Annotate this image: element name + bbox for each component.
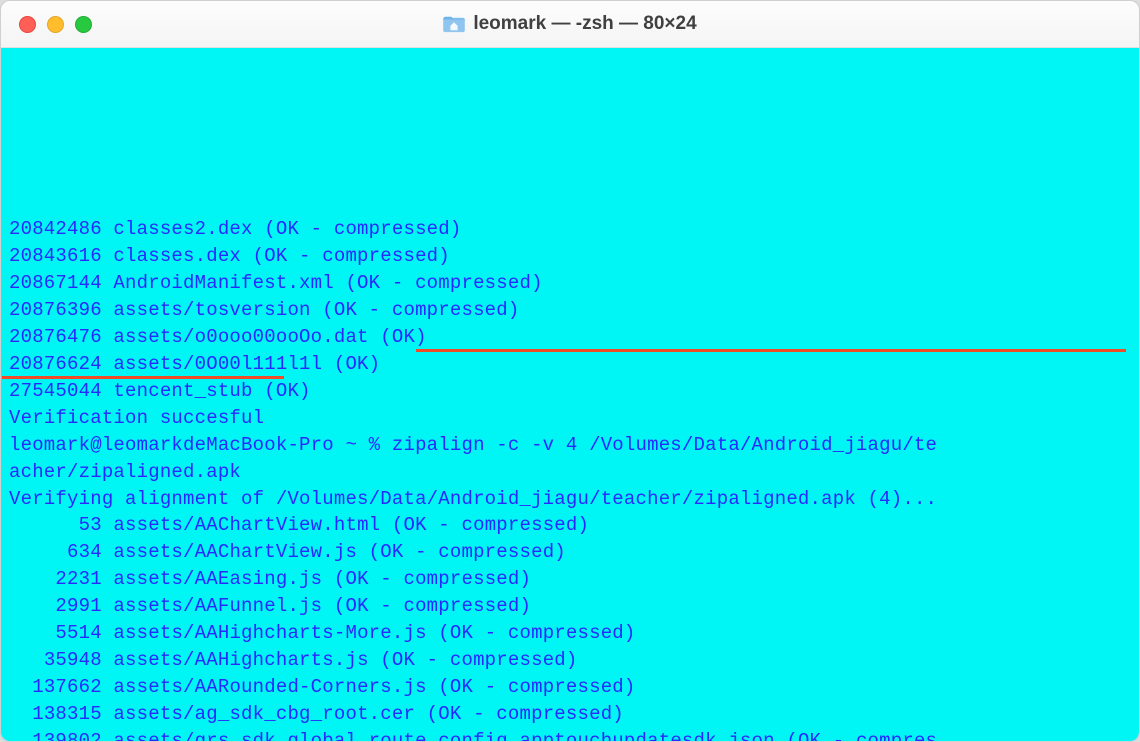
window-titlebar[interactable]: leomark — -zsh — 80×24	[1, 1, 1139, 48]
terminal-line: Verifying alignment of /Volumes/Data/And…	[9, 486, 1131, 513]
terminal-line: 138315 assets/ag_sdk_cbg_root.cer (OK - …	[9, 701, 1131, 728]
terminal-line: 20843616 classes.dex (OK - compressed)	[9, 243, 1131, 270]
terminal-line: 20842486 classes2.dex (OK - compressed)	[9, 216, 1131, 243]
terminal-window: leomark — -zsh — 80×24 20842486 classes2…	[0, 0, 1140, 742]
terminal-line: 139802 assets/grs_sdk_global_route_confi…	[9, 728, 1131, 742]
terminal-line: 20876396 assets/tosversion (OK - compres…	[9, 297, 1131, 324]
close-icon[interactable]	[19, 16, 36, 33]
terminal-body[interactable]: 20842486 classes2.dex (OK - compressed)2…	[1, 48, 1139, 742]
home-folder-icon	[443, 13, 465, 35]
terminal-line: 634 assets/AAChartView.js (OK - compress…	[9, 539, 1131, 566]
fullscreen-icon[interactable]	[75, 16, 92, 33]
window-title: leomark — -zsh — 80×24	[473, 13, 696, 35]
terminal-line: Verification succesful	[9, 405, 1131, 432]
minimize-icon[interactable]	[47, 16, 64, 33]
terminal-line: 27545044 tencent_stub (OK)	[9, 378, 1131, 405]
terminal-line: 20867144 AndroidManifest.xml (OK - compr…	[9, 270, 1131, 297]
terminal-line: 20876476 assets/o0ooo00ooOo.dat (OK)	[9, 324, 1131, 351]
terminal-line: 53 assets/AAChartView.html (OK - compres…	[9, 512, 1131, 539]
terminal-line: 2991 assets/AAFunnel.js (OK - compressed…	[9, 593, 1131, 620]
traffic-lights	[19, 16, 92, 33]
terminal-prompt-line: leomark@leomarkdeMacBook-Pro ~ % zipalig…	[9, 432, 1131, 459]
terminal-line: 5514 assets/AAHighcharts-More.js (OK - c…	[9, 620, 1131, 647]
terminal-prompt-line: acher/zipaligned.apk	[9, 459, 1131, 486]
terminal-line: 35948 assets/AAHighcharts.js (OK - compr…	[9, 647, 1131, 674]
terminal-line: 20876624 assets/0O00l111l1l (OK)	[9, 351, 1131, 378]
terminal-line: 2231 assets/AAEasing.js (OK - compressed…	[9, 566, 1131, 593]
terminal-line: 137662 assets/AARounded-Corners.js (OK -…	[9, 674, 1131, 701]
